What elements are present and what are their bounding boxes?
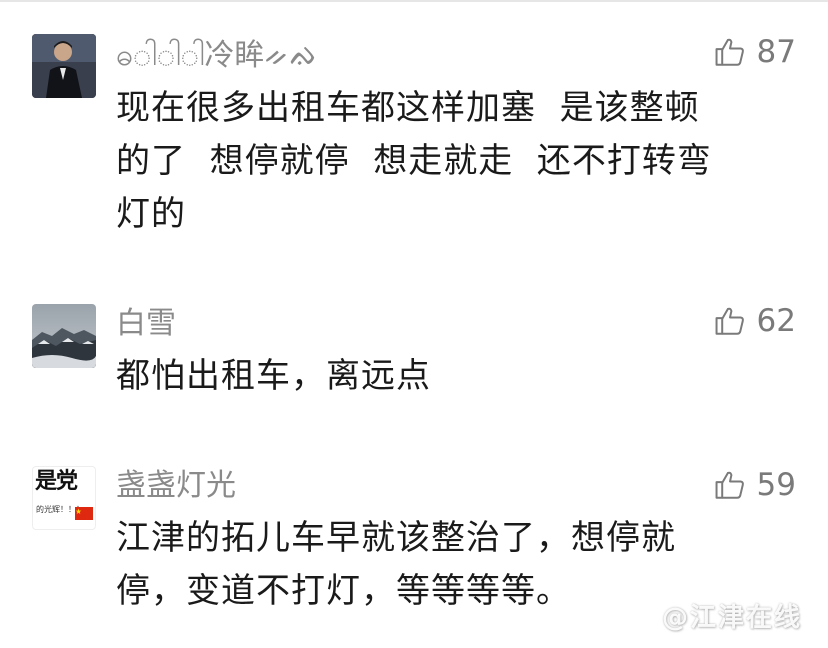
like-count: 62 [756,303,796,339]
like-button[interactable]: 87 [713,34,796,70]
comment-text-line: 灯的 [116,194,186,234]
like-count: 87 [756,34,796,70]
comment-text: 现在很多出租车都这样加塞 是该整顿 的了 想停就停 想走就走 还不打转弯 灯的 [116,82,796,241]
like-button[interactable]: 62 [713,303,796,339]
comment-text-line: 江津的拓儿车早就该整治了，想停就 [116,518,676,558]
thumbs-up-icon [715,38,744,66]
watermark: @江津在线 [661,603,802,633]
avatar-text: 是党 [35,469,78,494]
comment-username[interactable]: ဓ◌ါ◌ါ◌ါ冷眸ᨀᨁ [116,38,318,74]
like-count: 59 [756,467,796,503]
thumbs-up-icon [715,471,744,499]
like-button[interactable]: 59 [713,467,796,503]
avatar[interactable] [32,34,96,98]
comment-username[interactable]: 白雪 [116,306,176,342]
comment-text-line: 的了 想停就停 想走就走 还不打转弯 [116,141,712,181]
top-divider [0,0,828,2]
avatar[interactable] [32,304,96,368]
avatar-snowy-mountain-image [32,304,96,368]
thumbs-up-icon [715,307,744,335]
china-flag-icon [75,507,93,520]
avatar-man-image [32,34,96,98]
avatar[interactable]: 是党 的光辉！！！ [32,466,96,530]
comment-text-line: 现在很多出租车都这样加塞 是该整顿 [116,88,700,128]
comment-username[interactable]: 盏盏灯光 [116,468,236,504]
comment-text-line: 都怕出租车，离远点 [116,356,431,396]
comment-text: 都怕出租车，离远点 [116,350,796,403]
